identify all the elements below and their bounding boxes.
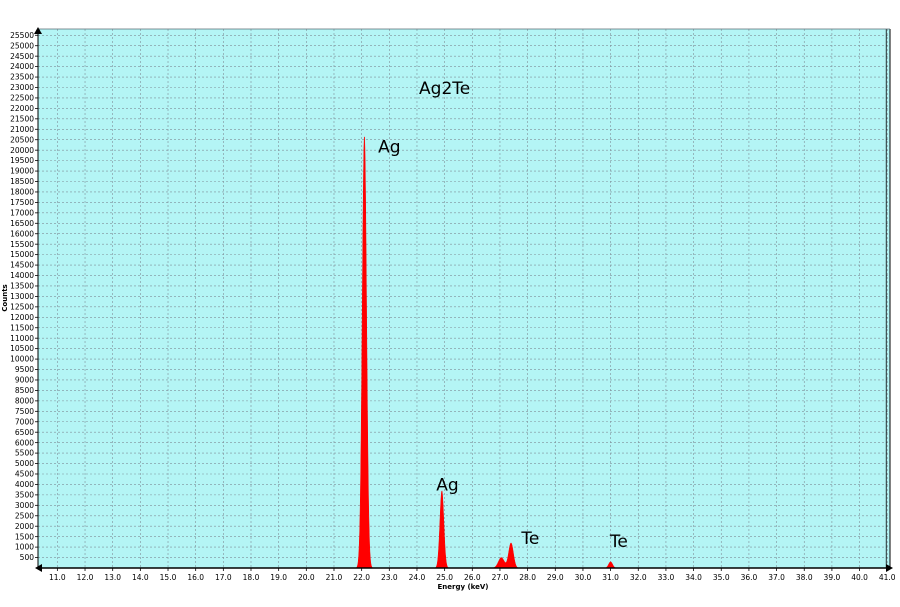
y-tick-label: 23500	[10, 73, 34, 82]
x-tick-label: 16.0	[187, 573, 204, 582]
x-tick-label: 38.0	[796, 573, 813, 582]
x-tick-label: 28.0	[519, 573, 536, 582]
y-tick-label: 9500	[15, 365, 34, 374]
y-tick-label: 22000	[10, 104, 34, 113]
x-tick-label: 30.0	[575, 573, 592, 582]
y-tick-label: 10500	[10, 344, 34, 353]
x-tick-label: 35.0	[713, 573, 730, 582]
x-tick-label: 13.0	[104, 573, 121, 582]
x-tick-label: 17.0	[215, 573, 232, 582]
y-tick-label: 25500	[10, 31, 34, 40]
y-tick-label: 8000	[15, 396, 34, 405]
peak-label: Te	[520, 529, 539, 549]
x-tick-label: 22.0	[353, 573, 370, 582]
x-tick-label: 23.0	[381, 573, 398, 582]
x-tick-label: 21.0	[326, 573, 343, 582]
x-tick-label: 25.0	[436, 573, 453, 582]
y-tick-label: 7500	[15, 407, 34, 416]
peak-label: Te	[609, 532, 628, 552]
x-tick-label: 41.0	[879, 573, 896, 582]
y-tick-label: 20000	[10, 146, 34, 155]
y-tick-label: 21000	[10, 125, 34, 134]
y-tick-label: 15000	[10, 250, 34, 259]
x-tick-label: 32.0	[630, 573, 647, 582]
y-tick-label: 13500	[10, 282, 34, 291]
y-tick-label: 22500	[10, 94, 34, 103]
x-tick-label: 33.0	[658, 573, 675, 582]
y-tick-label: 24000	[10, 62, 34, 71]
y-tick-label: 1000	[15, 543, 34, 552]
x-tick-label: 27.0	[492, 573, 509, 582]
y-tick-label: 16000	[10, 229, 34, 238]
y-tick-label: 11000	[10, 334, 34, 343]
y-tick-label: 20500	[10, 135, 34, 144]
y-tick-label: 21500	[10, 114, 34, 123]
x-tick-label: 36.0	[741, 573, 758, 582]
y-tick-label: 25000	[10, 41, 34, 50]
x-tick-label: 34.0	[685, 573, 702, 582]
x-tick-label: 18.0	[243, 573, 260, 582]
x-tick-label: 31.0	[602, 573, 619, 582]
y-tick-label: 5500	[15, 449, 34, 458]
y-tick-label: 16500	[10, 219, 34, 228]
x-tick-label: 12.0	[77, 573, 94, 582]
y-axis-ticks: 5001000 15002000 25003000 350040004500 50005…	[10, 31, 38, 562]
y-tick-label: 19500	[10, 156, 34, 165]
x-axis-title: Energy (keV)	[437, 583, 488, 591]
x-tick-label: 11.0	[49, 573, 66, 582]
y-tick-label: 14000	[10, 271, 34, 280]
y-tick-label: 3500	[15, 490, 34, 499]
y-tick-label: 4000	[15, 480, 34, 489]
plot-background	[38, 29, 890, 568]
x-tick-label: 40.0	[851, 573, 868, 582]
y-tick-label: 3000	[15, 501, 34, 510]
y-tick-label: 17000	[10, 208, 34, 217]
peak-label: Ag2Te	[419, 79, 470, 99]
y-tick-label: 13000	[10, 292, 34, 301]
y-tick-label: 4500	[15, 470, 34, 479]
peak-label: Ag	[436, 476, 458, 496]
y-tick-label: 1500	[15, 532, 34, 541]
x-tick-label: 24.0	[409, 573, 426, 582]
y-tick-label: 19000	[10, 167, 34, 176]
y-tick-label: 17500	[10, 198, 34, 207]
y-tick-label: 7000	[15, 417, 34, 426]
y-tick-label: 15500	[10, 240, 34, 249]
y-tick-label: 2500	[15, 511, 34, 520]
y-tick-label: 5000	[15, 459, 34, 468]
y-tick-label: 24500	[10, 52, 34, 61]
x-tick-label: 20.0	[298, 573, 315, 582]
y-tick-label: 11500	[10, 323, 34, 332]
y-axis-title: Counts	[1, 284, 9, 311]
y-tick-label: 6000	[15, 438, 34, 447]
y-tick-label: 12500	[10, 302, 34, 311]
y-tick-label: 18500	[10, 177, 34, 186]
x-tick-label: 39.0	[824, 573, 841, 582]
x-tick-label: 19.0	[270, 573, 287, 582]
y-tick-label: 9000	[15, 376, 34, 385]
x-tick-label: 14.0	[132, 573, 149, 582]
x-tick-label: 26.0	[464, 573, 481, 582]
y-tick-label: 14500	[10, 261, 34, 270]
y-tick-label: 23000	[10, 83, 34, 92]
x-tick-label: 29.0	[547, 573, 564, 582]
x-axis-ticks: 11.0 12.0 13.0 14.0 15.0 16.0 17.0 18.0 19.0 20.0…	[49, 568, 896, 582]
y-tick-label: 12000	[10, 313, 34, 322]
y-tick-label: 18000	[10, 188, 34, 197]
y-tick-label: 500	[20, 553, 35, 562]
y-tick-label: 6500	[15, 428, 34, 437]
x-tick-label: 37.0	[768, 573, 785, 582]
spectrum-chart: 11.0 12.0 13.0 14.0 15.0 16.0 17.0 18.0 19.0 20.0…	[1, 27, 896, 591]
x-tick-label: 15.0	[160, 573, 177, 582]
y-tick-label: 8500	[15, 386, 34, 395]
peak-label: Ag	[378, 137, 400, 157]
y-tick-label: 10000	[10, 355, 34, 364]
y-tick-label: 2000	[15, 522, 34, 531]
